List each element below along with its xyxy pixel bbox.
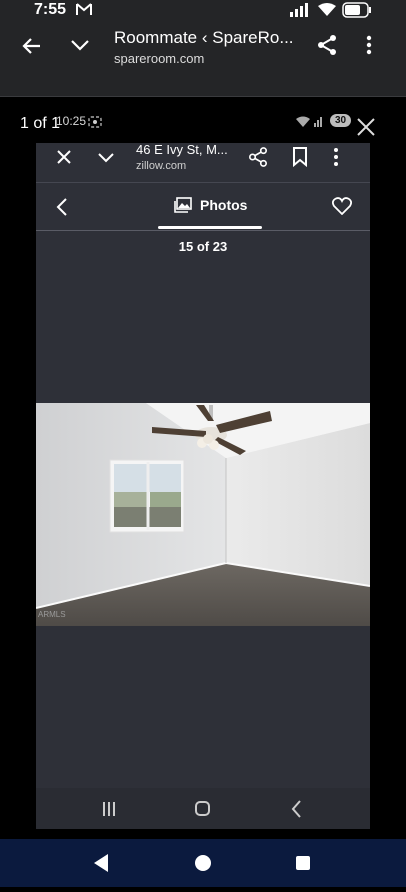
inner-page-url: zillow.com [136,160,187,172]
tab-photos: Photos [174,197,247,213]
inner-screenshot: 10:25 30 46 E Ivy St, M... zillow.com Ph… [36,105,370,829]
status-icons [290,2,372,18]
tab-indicator [158,226,262,229]
back-arrow-icon[interactable] [22,36,42,61]
photo-watermark: ARMLS [38,610,66,619]
share-icon [248,147,268,172]
page-title: Roommate ‹ SpareRo... [114,28,294,47]
system-nav-bar [0,839,406,887]
close-icon [56,149,72,170]
inner-battery-badge: 30 [330,114,352,127]
tab-photos-label: Photos [200,197,248,213]
inner-signal-icon [296,115,324,133]
screen-record-icon [88,115,102,133]
signal-icon [290,3,308,17]
chevron-down-icon [98,151,114,169]
photo-counter: 15 of 23 [178,239,228,254]
nav-back-icon [94,854,108,872]
chevron-left-icon [56,197,68,222]
close-icon[interactable] [356,117,376,142]
inner-status-time: 10:25 [56,114,87,128]
page-url: spareroom.com [114,51,205,66]
chevron-down-icon[interactable] [70,38,90,57]
battery-icon [342,2,371,18]
more-vert-icon [333,147,339,172]
more-vert-icon[interactable] [366,34,372,61]
wifi-icon [318,3,336,16]
status-time: 7:55 [34,1,67,18]
share-icon[interactable] [316,34,338,61]
inner-nav-bar [36,788,370,829]
nav-recents-icon [296,856,310,870]
nav-home-icon [195,855,211,871]
photos-icon [174,197,192,213]
gmail-icon [76,2,92,21]
page-counter: 1 of 1 [20,115,61,132]
room-photo [36,403,370,626]
bookmark-icon [292,147,308,172]
inner-page-title: 46 E Ivy St, M... [136,142,228,157]
heart-icon [331,197,353,220]
